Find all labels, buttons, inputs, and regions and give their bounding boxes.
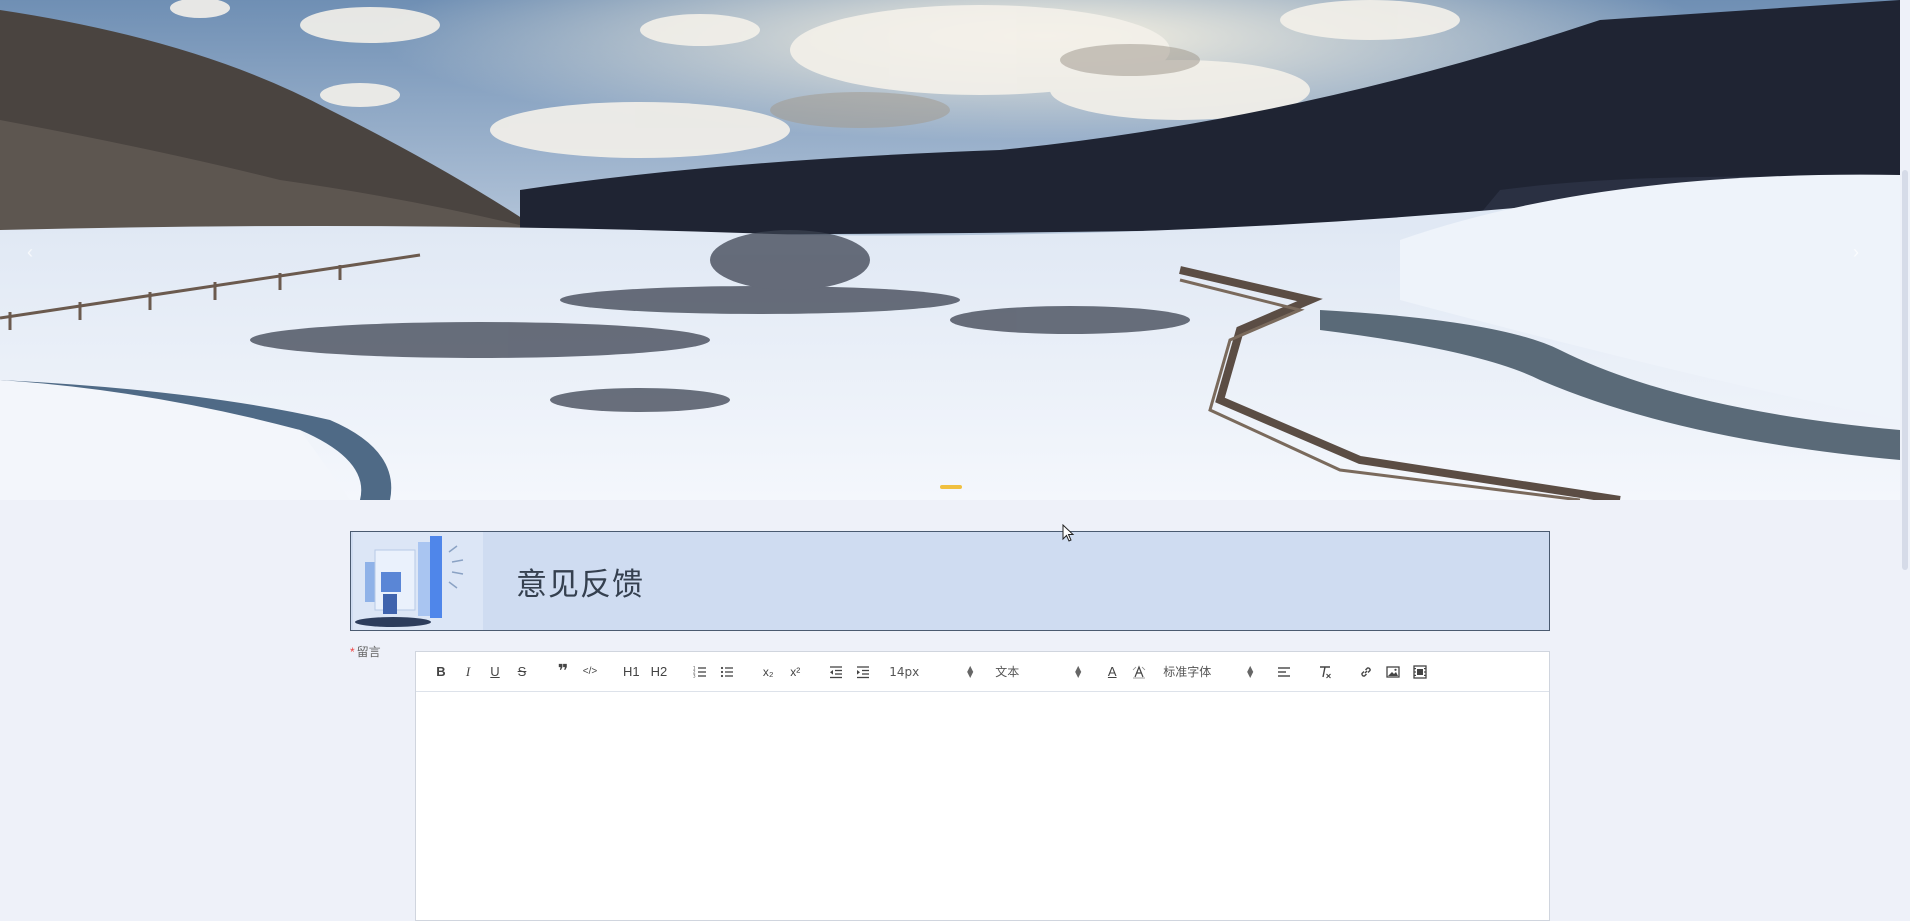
- bullet-list-icon: [721, 666, 734, 677]
- banner-image: [0, 0, 1900, 500]
- header-select[interactable]: 文本 ▲ ▼: [993, 660, 1083, 684]
- strike-button[interactable]: S: [511, 660, 533, 684]
- carousel-dot[interactable]: [940, 485, 962, 489]
- indent-button[interactable]: [852, 660, 874, 684]
- header-2-button[interactable]: H2: [648, 660, 671, 684]
- clear-format-button[interactable]: [1314, 660, 1336, 684]
- highlight-icon: [1132, 664, 1146, 678]
- video-icon: [1413, 664, 1427, 679]
- clear-format-icon: [1320, 665, 1332, 678]
- message-label-text: 留言: [356, 645, 381, 659]
- carousel-next-button[interactable]: ›: [1844, 240, 1868, 264]
- video-button[interactable]: [1409, 660, 1431, 684]
- text-color-button[interactable]: A: [1101, 660, 1123, 684]
- message-label: * 留言: [350, 643, 381, 660]
- feedback-illustration-icon: [353, 532, 483, 630]
- feedback-header-card: 意见反馈: [350, 531, 1550, 631]
- page-scrollbar[interactable]: [1900, 0, 1910, 918]
- font-family-select[interactable]: 标准字体 ▲ ▼: [1161, 660, 1255, 684]
- svg-text:3: 3: [693, 673, 696, 678]
- image-button[interactable]: [1382, 660, 1404, 684]
- mouse-cursor-icon: [1062, 524, 1075, 542]
- scrollbar-thumb[interactable]: [1902, 170, 1908, 570]
- outdent-button[interactable]: [825, 660, 847, 684]
- link-button[interactable]: [1355, 660, 1377, 684]
- carousel-indicators: [940, 485, 962, 489]
- align-left-icon: [1278, 666, 1291, 677]
- font-size-value: 14px: [889, 664, 920, 679]
- chevron-right-icon: ›: [1853, 242, 1859, 262]
- blockquote-button[interactable]: ❞: [552, 660, 574, 684]
- carousel-prev-button[interactable]: ‹: [18, 240, 42, 264]
- header-value: 文本: [995, 665, 1020, 679]
- header-1-button[interactable]: H1: [620, 660, 643, 684]
- select-arrows-icon: ▲ ▼: [967, 663, 974, 679]
- indent-icon: [857, 665, 870, 678]
- link-icon: [1361, 666, 1371, 677]
- underline-button[interactable]: U: [484, 660, 506, 684]
- italic-button[interactable]: I: [457, 660, 479, 684]
- font-size-select[interactable]: 14px ▲ ▼: [887, 660, 975, 684]
- outdent-icon: [830, 665, 843, 678]
- bullet-list-button[interactable]: [716, 660, 738, 684]
- image-icon: [1386, 665, 1400, 678]
- chevron-left-icon: ‹: [27, 242, 33, 262]
- banner-carousel[interactable]: ‹ ›: [0, 0, 1900, 500]
- required-mark: *: [350, 645, 355, 659]
- subscript-button[interactable]: x₂: [757, 660, 779, 684]
- code-block-button[interactable]: </>: [579, 660, 601, 684]
- superscript-button[interactable]: x²: [784, 660, 806, 684]
- editor-toolbar: B I U S ❞ </> H1 H2 123 x₂ x² 14px ▲▼ 文: [416, 652, 1549, 692]
- select-arrows-icon: ▲ ▼: [1247, 663, 1254, 679]
- align-button[interactable]: [1273, 660, 1295, 684]
- ordered-list-icon: 123: [693, 665, 707, 678]
- ordered-list-button[interactable]: 123: [689, 660, 711, 684]
- message-editor-input[interactable]: [416, 692, 1549, 920]
- bold-button[interactable]: B: [430, 660, 452, 684]
- rich-text-editor: B I U S ❞ </> H1 H2 123 x₂ x² 14px ▲▼ 文: [415, 651, 1550, 921]
- background-color-button[interactable]: [1128, 660, 1150, 684]
- page-title: 意见反馈: [516, 566, 644, 603]
- select-arrows-icon: ▲ ▼: [1075, 663, 1082, 679]
- font-family-value: 标准字体: [1163, 665, 1212, 679]
